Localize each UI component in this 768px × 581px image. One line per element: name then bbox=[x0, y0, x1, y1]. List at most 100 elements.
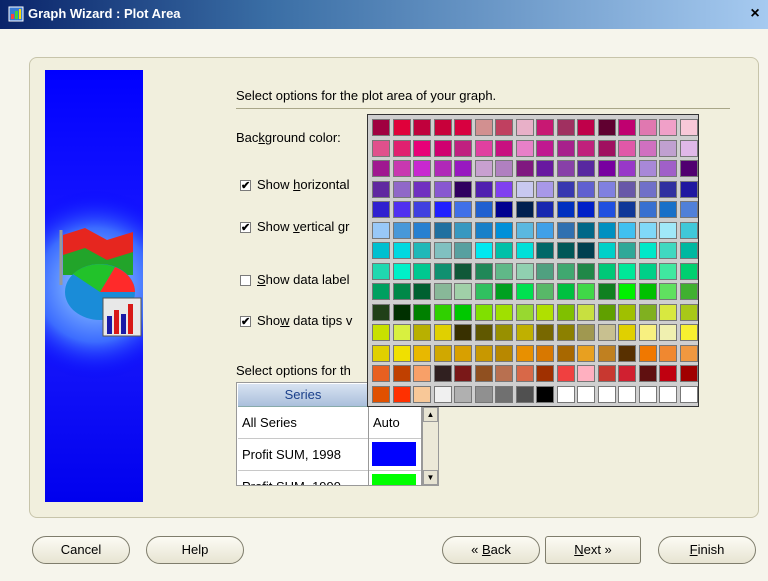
palette-swatch[interactable] bbox=[515, 262, 534, 280]
palette-swatch[interactable] bbox=[536, 303, 554, 321]
palette-swatch[interactable] bbox=[413, 221, 431, 239]
palette-swatch[interactable] bbox=[556, 262, 575, 280]
finish-button[interactable]: Finish bbox=[658, 536, 756, 564]
palette-swatch[interactable] bbox=[495, 303, 513, 321]
palette-swatch[interactable] bbox=[392, 221, 411, 239]
palette-swatch[interactable] bbox=[659, 221, 677, 239]
palette-swatch[interactable] bbox=[392, 283, 411, 300]
palette-swatch[interactable] bbox=[392, 201, 411, 218]
palette-swatch[interactable] bbox=[413, 139, 431, 157]
palette-swatch[interactable] bbox=[392, 385, 411, 403]
scroll-up-icon[interactable]: ▲ bbox=[423, 407, 438, 422]
palette-swatch[interactable] bbox=[433, 262, 452, 280]
help-button[interactable]: Help bbox=[146, 536, 244, 564]
palette-swatch[interactable] bbox=[618, 324, 636, 341]
palette-swatch[interactable] bbox=[659, 324, 677, 341]
palette-swatch[interactable] bbox=[638, 262, 657, 280]
palette-swatch[interactable] bbox=[577, 344, 595, 362]
palette-swatch[interactable] bbox=[679, 344, 698, 362]
palette-swatch[interactable] bbox=[474, 180, 493, 198]
palette-swatch[interactable] bbox=[556, 160, 575, 177]
palette-swatch[interactable] bbox=[413, 119, 431, 136]
palette-swatch[interactable] bbox=[372, 180, 390, 198]
palette-swatch[interactable] bbox=[659, 344, 677, 362]
palette-swatch[interactable] bbox=[515, 221, 534, 239]
palette-swatch[interactable] bbox=[597, 283, 616, 300]
palette-swatch[interactable] bbox=[392, 139, 411, 157]
palette-swatch[interactable] bbox=[413, 324, 431, 341]
palette-swatch[interactable] bbox=[413, 180, 431, 198]
palette-swatch[interactable] bbox=[556, 324, 575, 341]
palette-swatch[interactable] bbox=[474, 385, 493, 403]
palette-swatch[interactable] bbox=[556, 180, 575, 198]
palette-swatch[interactable] bbox=[659, 303, 677, 321]
palette-swatch[interactable] bbox=[679, 365, 698, 382]
palette-swatch[interactable] bbox=[392, 160, 411, 177]
palette-swatch[interactable] bbox=[556, 283, 575, 300]
palette-swatch[interactable] bbox=[536, 344, 554, 362]
palette-swatch[interactable] bbox=[618, 160, 636, 177]
palette-swatch[interactable] bbox=[495, 262, 513, 280]
series-color-cell[interactable] bbox=[369, 471, 421, 485]
palette-swatch[interactable] bbox=[515, 324, 534, 341]
palette-swatch[interactable] bbox=[433, 242, 452, 259]
palette-swatch[interactable] bbox=[433, 160, 452, 177]
palette-swatch[interactable] bbox=[577, 262, 595, 280]
palette-swatch[interactable] bbox=[618, 139, 636, 157]
palette-swatch[interactable] bbox=[474, 262, 493, 280]
palette-swatch[interactable] bbox=[495, 324, 513, 341]
palette-swatch[interactable] bbox=[638, 324, 657, 341]
series-color-swatch[interactable] bbox=[372, 474, 416, 485]
palette-swatch[interactable] bbox=[659, 365, 677, 382]
palette-swatch[interactable] bbox=[618, 221, 636, 239]
palette-swatch[interactable] bbox=[597, 242, 616, 259]
palette-swatch[interactable] bbox=[659, 160, 677, 177]
palette-swatch[interactable] bbox=[474, 324, 493, 341]
palette-swatch[interactable] bbox=[474, 221, 493, 239]
palette-swatch[interactable] bbox=[679, 201, 698, 218]
palette-swatch[interactable] bbox=[577, 324, 595, 341]
palette-swatch[interactable] bbox=[372, 365, 390, 382]
palette-swatch[interactable] bbox=[495, 344, 513, 362]
palette-swatch[interactable] bbox=[495, 139, 513, 157]
palette-swatch[interactable] bbox=[659, 262, 677, 280]
palette-swatch[interactable] bbox=[372, 160, 390, 177]
scroll-down-icon[interactable]: ▼ bbox=[423, 470, 438, 485]
palette-swatch[interactable] bbox=[577, 180, 595, 198]
palette-swatch[interactable] bbox=[659, 180, 677, 198]
palette-swatch[interactable] bbox=[413, 160, 431, 177]
palette-swatch[interactable] bbox=[515, 365, 534, 382]
palette-swatch[interactable] bbox=[454, 119, 472, 136]
palette-swatch[interactable] bbox=[597, 262, 616, 280]
palette-swatch[interactable] bbox=[433, 365, 452, 382]
palette-swatch[interactable] bbox=[454, 201, 472, 218]
palette-swatch[interactable] bbox=[536, 119, 554, 136]
palette-swatch[interactable] bbox=[597, 221, 616, 239]
palette-swatch[interactable] bbox=[495, 119, 513, 136]
palette-swatch[interactable] bbox=[515, 344, 534, 362]
palette-swatch[interactable] bbox=[597, 303, 616, 321]
palette-swatch[interactable] bbox=[495, 283, 513, 300]
palette-swatch[interactable] bbox=[659, 119, 677, 136]
next-button[interactable]: Next » bbox=[545, 536, 641, 564]
palette-swatch[interactable] bbox=[659, 385, 677, 403]
palette-swatch[interactable] bbox=[392, 180, 411, 198]
palette-swatch[interactable] bbox=[556, 303, 575, 321]
palette-swatch[interactable] bbox=[618, 201, 636, 218]
palette-swatch[interactable] bbox=[577, 242, 595, 259]
palette-swatch[interactable] bbox=[679, 303, 698, 321]
series-scrollbar[interactable]: ▲ ▼ bbox=[422, 406, 439, 486]
palette-swatch[interactable] bbox=[433, 221, 452, 239]
palette-swatch[interactable] bbox=[413, 262, 431, 280]
palette-swatch[interactable] bbox=[392, 303, 411, 321]
palette-swatch[interactable] bbox=[536, 365, 554, 382]
palette-swatch[interactable] bbox=[454, 160, 472, 177]
palette-swatch[interactable] bbox=[454, 180, 472, 198]
palette-swatch[interactable] bbox=[597, 180, 616, 198]
palette-swatch[interactable] bbox=[474, 201, 493, 218]
palette-swatch[interactable] bbox=[536, 139, 554, 157]
palette-swatch[interactable] bbox=[372, 242, 390, 259]
palette-swatch[interactable] bbox=[577, 119, 595, 136]
palette-swatch[interactable] bbox=[454, 139, 472, 157]
palette-swatch[interactable] bbox=[638, 242, 657, 259]
